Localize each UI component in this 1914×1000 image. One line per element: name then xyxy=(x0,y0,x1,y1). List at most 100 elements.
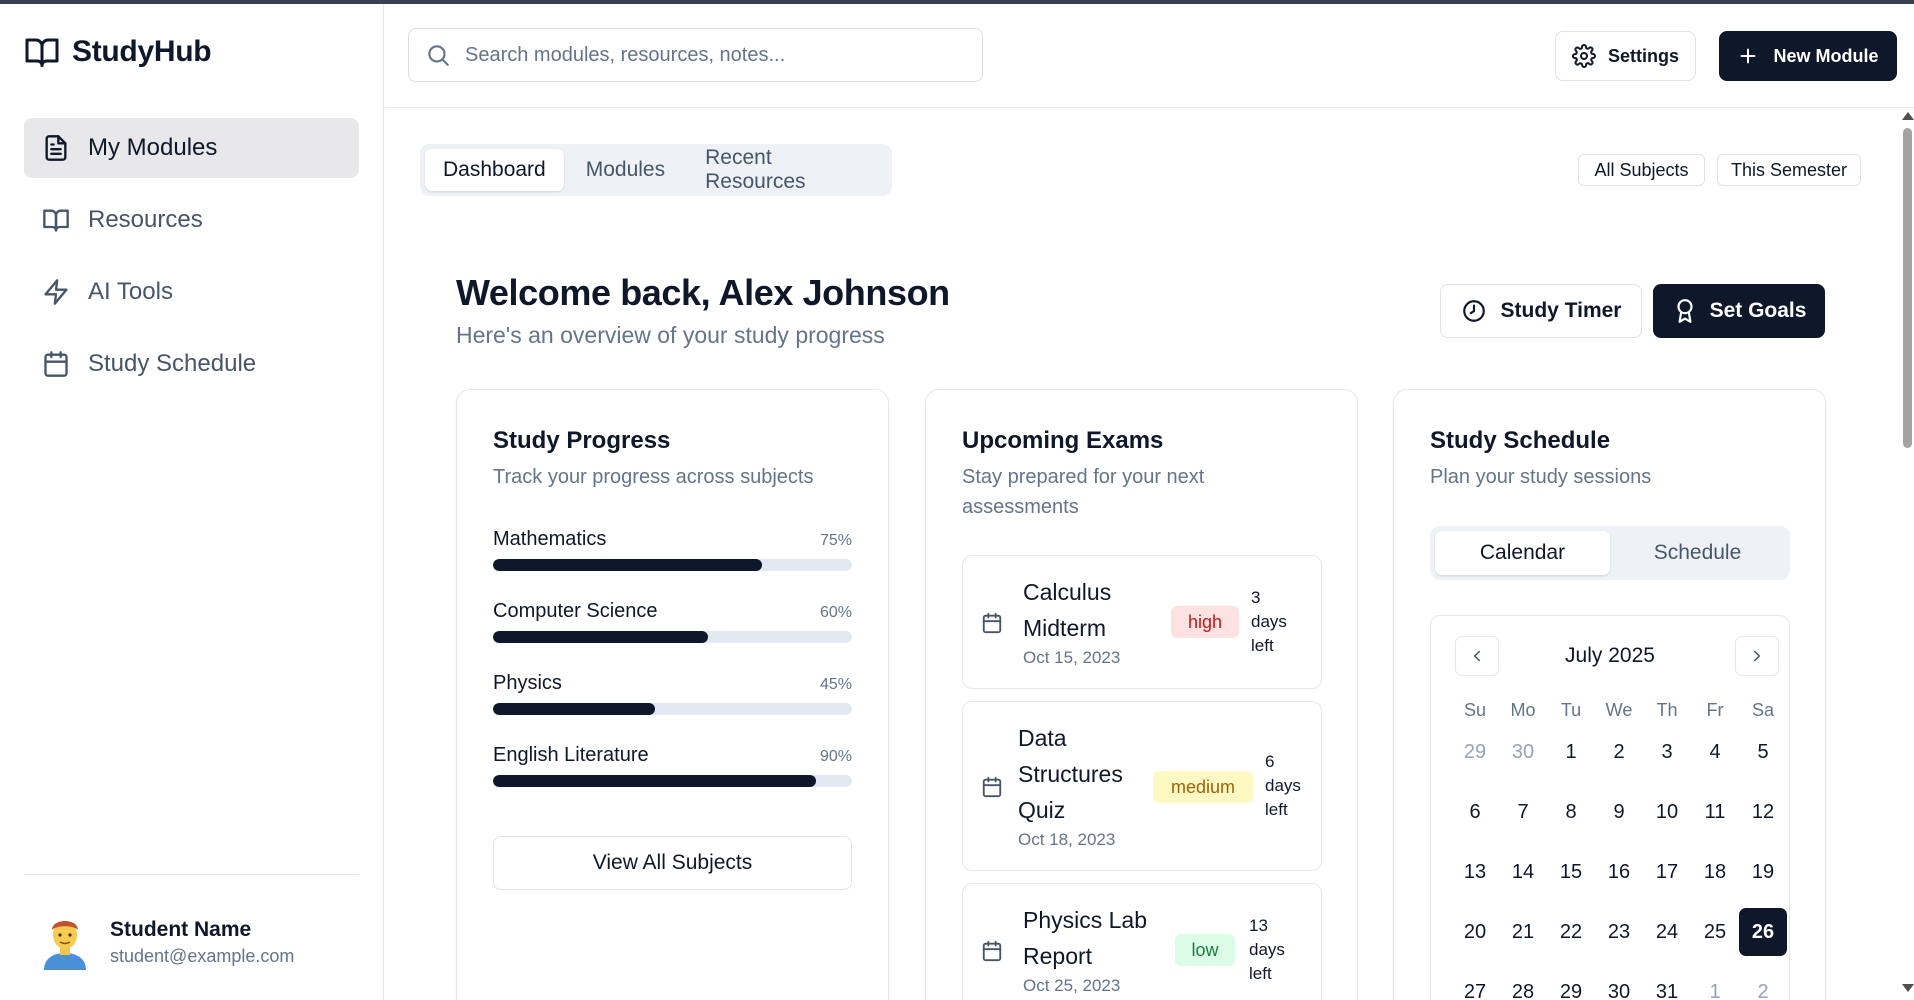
brand[interactable]: StudyHub xyxy=(24,34,212,70)
study-schedule-card: Study Schedule Plan your study sessions … xyxy=(1393,389,1826,1000)
calendar-day[interactable]: 16 xyxy=(1595,848,1643,896)
scroll-up-arrow[interactable] xyxy=(1902,112,1914,120)
days-left-line: 13 xyxy=(1249,916,1268,935)
scroll-thumb[interactable] xyxy=(1903,128,1912,448)
calendar-day[interactable]: 28 xyxy=(1499,968,1547,1000)
card-title: Upcoming Exams xyxy=(962,427,1164,454)
calendar-day[interactable]: 14 xyxy=(1499,848,1547,896)
calendar-day[interactable]: 1 xyxy=(1691,968,1739,1000)
exam-item[interactable]: Calculus Midterm Oct 15, 2023 high 3 day… xyxy=(962,555,1322,689)
sidebar-divider xyxy=(24,874,359,875)
calendar-day[interactable]: 10 xyxy=(1643,788,1691,836)
settings-button[interactable]: Settings xyxy=(1555,31,1696,81)
tab-recent-resources[interactable]: Recent Resources xyxy=(687,146,887,193)
weekday-label: Mo xyxy=(1510,699,1536,720)
calendar-day[interactable]: 29 xyxy=(1451,728,1499,776)
calendar-icon xyxy=(44,351,68,377)
sidebar-item-study-schedule[interactable]: Study Schedule xyxy=(24,334,359,394)
priority-badge: medium xyxy=(1153,771,1253,803)
page-scrollbar[interactable] xyxy=(1900,108,1914,1000)
tab-dashboard[interactable]: Dashboard xyxy=(425,149,564,191)
subject-name: Mathematics xyxy=(493,528,607,550)
search-input[interactable] xyxy=(465,43,945,67)
set-goals-button[interactable]: Set Goals xyxy=(1653,284,1825,338)
weekday-label: Sa xyxy=(1751,699,1775,720)
user-profile[interactable]: Student Name student@example.com xyxy=(40,914,294,970)
days-left-line: left xyxy=(1249,964,1272,983)
tab-schedule[interactable]: Schedule xyxy=(1610,531,1785,575)
calendar-day[interactable]: 2 xyxy=(1739,968,1787,1000)
calendar-day[interactable]: 24 xyxy=(1643,908,1691,956)
calendar-day[interactable]: 9 xyxy=(1595,788,1643,836)
calendar-day[interactable]: 29 xyxy=(1547,968,1595,1000)
exam-date: Oct 15, 2023 xyxy=(1023,648,1121,667)
search-box[interactable] xyxy=(408,28,983,82)
calendar-day[interactable]: 13 xyxy=(1451,848,1499,896)
calendar-day[interactable]: 30 xyxy=(1595,968,1643,1000)
tab-calendar[interactable]: Calendar xyxy=(1435,531,1610,575)
calendar-day-selected[interactable]: 26 xyxy=(1739,908,1787,956)
exam-name: Physics Lab Report xyxy=(1023,902,1147,974)
calendar-grid: Su Mo Tu We Th Fr Sa 29 30 1 2 3 4 5 6 7 8 9 10 11 12 13 14 15 1… xyxy=(1451,692,1787,1000)
calendar-day[interactable]: 25 xyxy=(1691,908,1739,956)
calendar-day[interactable]: 6 xyxy=(1451,788,1499,836)
calendar-day[interactable]: 2 xyxy=(1595,728,1643,776)
calendar-day[interactable]: 20 xyxy=(1451,908,1499,956)
progress-bar-fill xyxy=(493,559,763,571)
sidebar-item-ai-tools[interactable]: AI Tools xyxy=(24,262,359,322)
calendar-day[interactable]: 3 xyxy=(1643,728,1691,776)
calendar-day[interactable]: 27 xyxy=(1451,968,1499,1000)
calendar-day[interactable]: 11 xyxy=(1691,788,1739,836)
calendar-day[interactable]: 7 xyxy=(1499,788,1547,836)
days-left: 6 days left xyxy=(1265,750,1301,822)
calendar-day[interactable]: 8 xyxy=(1547,788,1595,836)
calendar-day[interactable]: 5 xyxy=(1739,728,1787,776)
study-progress-card: Study Progress Track your progress acros… xyxy=(456,389,889,1000)
calendar-day[interactable]: 23 xyxy=(1595,908,1643,956)
priority-badge: low xyxy=(1175,934,1235,966)
card-subtitle: Plan your study sessions xyxy=(1430,466,1652,488)
calendar-day[interactable]: 21 xyxy=(1499,908,1547,956)
calendar-day[interactable]: 4 xyxy=(1691,728,1739,776)
subject-name: Physics xyxy=(493,672,562,694)
exam-name-line: Calculus xyxy=(1023,579,1112,605)
upcoming-exams-card: Upcoming Exams Stay prepared for your ne… xyxy=(925,389,1358,1000)
weekday-label: Tu xyxy=(1560,699,1582,720)
calendar-day[interactable]: 12 xyxy=(1739,788,1787,836)
scroll-down-arrow[interactable] xyxy=(1902,984,1914,992)
sidebar-item-resources[interactable]: Resources xyxy=(24,190,359,250)
new-module-button[interactable]: New Module xyxy=(1719,31,1897,81)
tab-modules[interactable]: Modules xyxy=(568,149,683,191)
calendar-day[interactable]: 18 xyxy=(1691,848,1739,896)
study-timer-button[interactable]: Study Timer xyxy=(1440,284,1642,338)
calendar-day[interactable]: 22 xyxy=(1547,908,1595,956)
progress-bar xyxy=(493,631,852,643)
calendar-day[interactable]: 17 xyxy=(1643,848,1691,896)
view-all-subjects-button[interactable]: View All Subjects xyxy=(493,836,852,890)
filter-period-button[interactable]: This Semester xyxy=(1717,154,1861,186)
filter-subjects-button[interactable]: All Subjects xyxy=(1578,154,1705,186)
calendar-day[interactable]: 1 xyxy=(1547,728,1595,776)
study-timer-label: Study Timer xyxy=(1500,299,1622,322)
file-text-icon xyxy=(45,135,67,161)
calendar-day[interactable]: 31 xyxy=(1643,968,1691,1000)
main-tabs: Dashboard Modules Recent Resources xyxy=(420,144,892,196)
next-month-button[interactable] xyxy=(1735,636,1779,676)
sidebar-item-label: Study Schedule xyxy=(88,350,257,377)
calendar-day[interactable]: 30 xyxy=(1499,728,1547,776)
sidebar-item-my-modules[interactable]: My Modules xyxy=(24,118,359,178)
progress-bar xyxy=(493,775,852,787)
exam-name: Data Structures Quiz xyxy=(1018,720,1123,828)
book-open-icon xyxy=(43,209,69,232)
progress-item: Physics 45% xyxy=(493,672,852,715)
calendar-day[interactable]: 19 xyxy=(1739,848,1787,896)
exam-item[interactable]: Data Structures Quiz Oct 18, 2023 medium… xyxy=(962,701,1322,871)
exam-name-line: Structures xyxy=(1018,761,1123,787)
weekday-label: Su xyxy=(1463,699,1487,720)
calendar-day[interactable]: 15 xyxy=(1547,848,1595,896)
priority-badge: high xyxy=(1171,606,1239,638)
exam-item[interactable]: Physics Lab Report Oct 25, 2023 low 13 d… xyxy=(962,883,1322,1000)
exam-name-line: Midterm xyxy=(1023,615,1107,641)
exam-date: Oct 18, 2023 xyxy=(1018,830,1116,849)
days-left-line: 6 xyxy=(1265,752,1275,771)
